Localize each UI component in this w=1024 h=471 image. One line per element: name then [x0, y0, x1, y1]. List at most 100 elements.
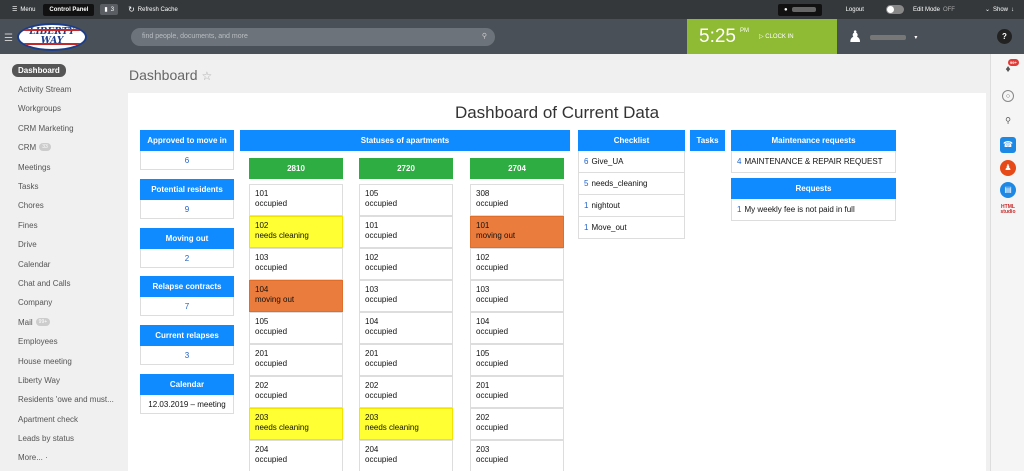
- building-2810-header[interactable]: 2810: [249, 158, 343, 179]
- apartment-cell[interactable]: 105 occupied: [359, 184, 453, 216]
- header-user-menu[interactable]: ♟ ▾: [848, 27, 917, 47]
- checklist-header[interactable]: Checklist: [578, 130, 685, 151]
- notifications-button[interactable]: ▮ 3: [100, 4, 119, 15]
- clock-in-button[interactable]: ▷ CLOCK IN: [759, 33, 794, 40]
- relapse-contracts-button[interactable]: Relapse contracts: [140, 276, 234, 297]
- clock-widget[interactable]: 5:25 PM ▷ CLOCK IN: [687, 19, 837, 54]
- sidebar-item-workgroups[interactable]: Workgroups: [18, 102, 61, 114]
- apartment-cell[interactable]: 101 occupied: [359, 216, 453, 248]
- user-menu[interactable]: ●: [777, 3, 822, 16]
- requests-header[interactable]: Requests: [731, 178, 896, 199]
- search-icon[interactable]: ⚲: [482, 28, 487, 46]
- potential-residents-value[interactable]: 9: [140, 200, 234, 219]
- sidebar-item-mail[interactable]: Mail 99+: [18, 316, 51, 328]
- liberty-way-logo[interactable]: LIBERTY WAY: [17, 23, 87, 51]
- control-panel-button[interactable]: Control Panel: [43, 3, 95, 16]
- checklist-row[interactable]: 5 needs_cleaning: [578, 173, 685, 195]
- contact-center-icon[interactable]: ♟: [1000, 160, 1016, 176]
- sidebar-item-crm[interactable]: CRM 33: [18, 141, 51, 153]
- potential-residents-button[interactable]: Potential residents: [140, 179, 234, 200]
- sidebar-item-more[interactable]: More... ·: [18, 451, 48, 463]
- moving-out-button[interactable]: Moving out: [140, 228, 234, 249]
- apartment-cell[interactable]: 202 occupied: [470, 408, 564, 440]
- apartment-cell[interactable]: 204 occupied: [359, 440, 453, 471]
- sidebar-item-company[interactable]: Company: [18, 296, 52, 308]
- calendar-value[interactable]: 12.03.2019 – meeting: [140, 395, 234, 414]
- menu-button[interactable]: ☰ Menu: [6, 0, 41, 19]
- sidebar-item-dashboard[interactable]: Dashboard: [12, 64, 66, 77]
- tasks-header[interactable]: Tasks: [690, 130, 725, 151]
- sidebar-item-residents-owe[interactable]: Residents 'owe and must...: [18, 393, 114, 405]
- apartment-cell[interactable]: 204 occupied: [249, 440, 343, 471]
- relapse-contracts-value[interactable]: 7: [140, 297, 234, 316]
- sidebar-item-drive[interactable]: Drive: [18, 238, 37, 250]
- notifications-count: 3: [110, 6, 115, 13]
- apartment-cell[interactable]: 103 occupied: [470, 280, 564, 312]
- apartment-cell[interactable]: 308 occupied: [470, 184, 564, 216]
- maintenance-row[interactable]: 4 MAINTENANCE & REPAIR REQUEST: [731, 151, 896, 173]
- chat-icon[interactable]: ○: [1002, 90, 1014, 102]
- apartment-cell[interactable]: 203 needs cleaning: [359, 408, 453, 440]
- approved-to-move-in-value[interactable]: 6: [140, 151, 234, 170]
- sidebar-item-chores[interactable]: Chores: [18, 199, 44, 211]
- maintenance-requests-header[interactable]: Maintenance requests: [731, 130, 896, 151]
- building-2720-header[interactable]: 2720: [359, 158, 453, 179]
- sidebar-item-leads-by-status[interactable]: Leads by status: [18, 432, 74, 444]
- telephony-icon[interactable]: ☎: [1000, 137, 1016, 153]
- sidebar-item-crm-marketing[interactable]: CRM Marketing: [18, 122, 74, 134]
- sidebar-toggle-icon[interactable]: ☰: [4, 33, 13, 44]
- dashboard-title: Dashboard of Current Data: [454, 103, 660, 122]
- apartment-cell[interactable]: 104 moving out: [249, 280, 343, 312]
- apartment-cell[interactable]: 201 occupied: [249, 344, 343, 376]
- checklist-row[interactable]: 6 Give_UA: [578, 151, 685, 173]
- apartment-cell[interactable]: 202 occupied: [359, 376, 453, 408]
- sidebar-item-employees[interactable]: Employees: [18, 335, 58, 347]
- checklist-row[interactable]: 1 Move_out: [578, 217, 685, 239]
- sidebar-item-house-meeting[interactable]: House meeting: [18, 355, 72, 367]
- refresh-cache-button[interactable]: ↻ Refresh Cache: [122, 0, 184, 19]
- apartment-cell[interactable]: 105 occupied: [249, 312, 343, 344]
- checklist-row[interactable]: 1 nightout: [578, 195, 685, 217]
- apartment-cell[interactable]: 103 occupied: [359, 280, 453, 312]
- search-icon[interactable]: ⚲: [1000, 113, 1016, 129]
- apartment-cell[interactable]: 104 occupied: [359, 312, 453, 344]
- favorite-star-icon[interactable]: ☆: [202, 69, 213, 83]
- building-2704-header[interactable]: 2704: [470, 158, 564, 179]
- document-icon[interactable]: ▤: [1000, 182, 1016, 198]
- calendar-button[interactable]: Calendar: [140, 374, 234, 395]
- current-relapses-value[interactable]: 3: [140, 346, 234, 365]
- apartment-cell[interactable]: 101 moving out: [470, 216, 564, 248]
- apartment-cell[interactable]: 105 occupied: [470, 344, 564, 376]
- sidebar-item-liberty-way[interactable]: Liberty Way: [18, 374, 60, 386]
- moving-out-value[interactable]: 2: [140, 249, 234, 268]
- sidebar-item-meetings[interactable]: Meetings: [18, 161, 50, 173]
- approved-to-move-in-button[interactable]: Approved to move in: [140, 130, 234, 151]
- apartment-cell[interactable]: 101 occupied: [249, 184, 343, 216]
- page-title: Dashboard ☆: [129, 67, 213, 83]
- logout-link[interactable]: Logout: [840, 0, 870, 19]
- sidebar-item-fines[interactable]: Fines: [18, 219, 38, 231]
- apartment-cell[interactable]: 201 occupied: [470, 376, 564, 408]
- edit-mode-toggle[interactable]: Edit Mode OFF: [880, 0, 961, 19]
- apartment-cell[interactable]: 104 occupied: [470, 312, 564, 344]
- sidebar-item-tasks[interactable]: Tasks: [18, 180, 38, 192]
- sidebar-item-chat-and-calls[interactable]: Chat and Calls: [18, 277, 70, 289]
- sidebar-item-calendar[interactable]: Calendar: [18, 258, 50, 270]
- sidebar-item-apartment-check[interactable]: Apartment check: [18, 413, 78, 425]
- html-studio-icon[interactable]: HTML studio: [997, 205, 1019, 215]
- current-relapses-button[interactable]: Current relapses: [140, 325, 234, 346]
- search-input[interactable]: find people, documents, and more ⚲: [131, 28, 495, 46]
- apartment-cell[interactable]: 201 occupied: [359, 344, 453, 376]
- show-menu[interactable]: ⌄ Show ↓: [979, 0, 1020, 19]
- apartment-cell[interactable]: 202 occupied: [249, 376, 343, 408]
- request-row[interactable]: 1 My weekly fee is not paid in full: [731, 199, 896, 221]
- apartment-cell[interactable]: 203 needs cleaning: [249, 408, 343, 440]
- apartment-cell[interactable]: 203 occupied: [470, 440, 564, 471]
- apartment-cell[interactable]: 102 needs cleaning: [249, 216, 343, 248]
- statuses-of-apartments-header[interactable]: Statuses of apartments: [240, 130, 570, 151]
- help-button[interactable]: ?: [997, 29, 1012, 44]
- apartment-cell[interactable]: 102 occupied: [359, 248, 453, 280]
- sidebar-item-activity-stream[interactable]: Activity Stream: [18, 83, 71, 95]
- apartment-cell[interactable]: 103 occupied: [249, 248, 343, 280]
- apartment-cell[interactable]: 102 occupied: [470, 248, 564, 280]
